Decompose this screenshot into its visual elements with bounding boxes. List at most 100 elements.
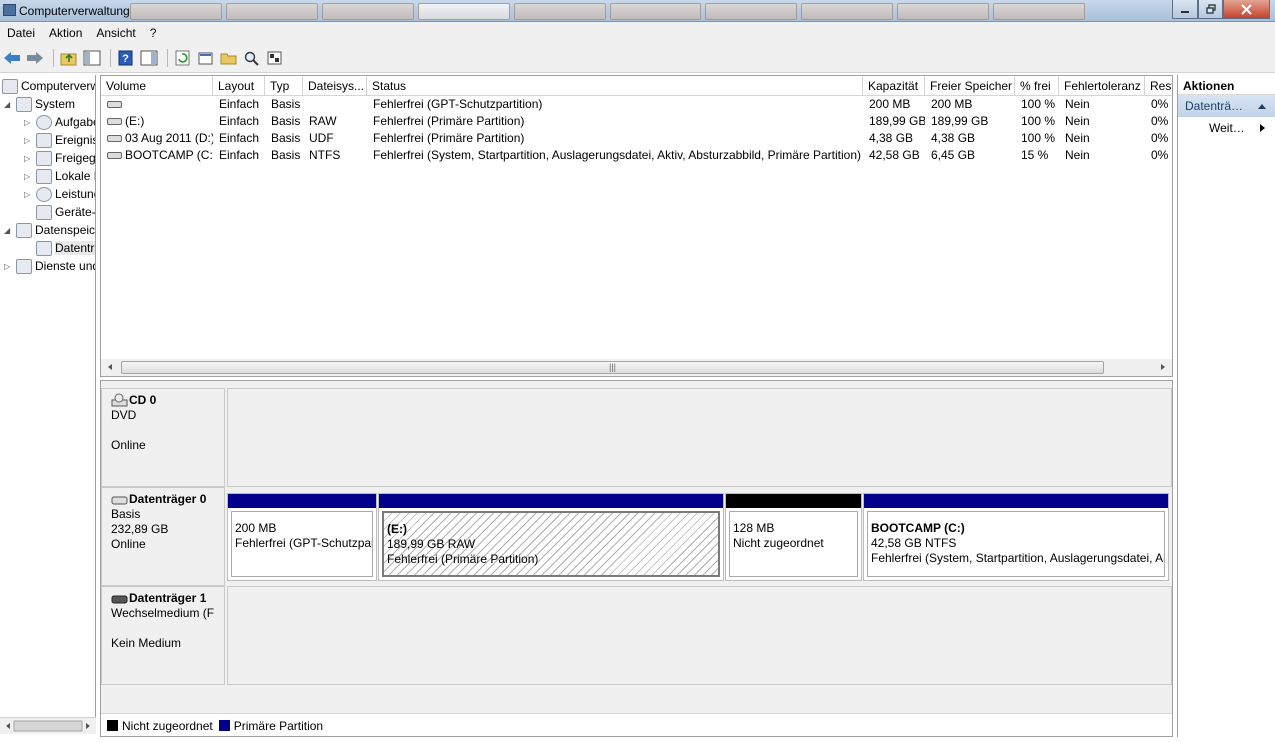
column-header-rest[interactable]: Rest bbox=[1145, 76, 1172, 96]
expand-arrow-icon[interactable]: ▷ bbox=[24, 118, 33, 127]
partition-bootcamp[interactable]: BOOTCAMP (C:) 42,58 GB NTFS Fehlerfrei (… bbox=[863, 493, 1169, 581]
tree-item-task-scheduler[interactable]: ▷ Aufgabenplanung bbox=[24, 113, 95, 131]
disk-label-cd0[interactable]: CD 0 DVD Online bbox=[101, 388, 225, 487]
column-header-status[interactable]: Status bbox=[367, 76, 863, 96]
cell-typ: Basis bbox=[271, 148, 301, 162]
toolbar-separator bbox=[167, 48, 168, 67]
forward-button[interactable] bbox=[25, 48, 45, 68]
table-row[interactable]: Einfach Basis Fehlerfrei (GPT-Schutzpart… bbox=[101, 96, 1172, 113]
scroll-thumb[interactable]: ||| bbox=[121, 361, 1104, 374]
menu-bar: Datei Aktion Ansicht ? bbox=[0, 22, 1275, 43]
tree-horizontal-scrollbar[interactable] bbox=[0, 717, 96, 734]
disk-type: DVD bbox=[111, 408, 137, 422]
column-header-dateisystem[interactable]: Dateisys... bbox=[303, 76, 367, 96]
column-header-layout[interactable]: Layout bbox=[213, 76, 265, 96]
cell-typ: Basis bbox=[271, 114, 301, 128]
minimize-button[interactable] bbox=[1172, 0, 1198, 19]
tree-item-computer-management[interactable]: Computerverwaltung bbox=[2, 77, 95, 95]
disk-status: Online bbox=[111, 537, 146, 551]
expand-arrow-icon[interactable]: ▷ bbox=[24, 136, 33, 145]
background-tab[interactable] bbox=[130, 3, 222, 20]
menu-aktion[interactable]: Aktion bbox=[42, 26, 89, 40]
refresh-button[interactable] bbox=[173, 48, 193, 68]
menu-ansicht[interactable]: Ansicht bbox=[89, 26, 142, 40]
menu-help[interactable]: ? bbox=[143, 26, 164, 40]
background-tab[interactable] bbox=[705, 3, 798, 20]
tree-item-local-users[interactable]: ▷ Lokale Benutzer und Gruppen bbox=[24, 167, 95, 185]
background-tab[interactable] bbox=[513, 3, 606, 20]
cell-kapazitaet: 200 MB bbox=[869, 97, 911, 111]
table-row[interactable]: (E:) Einfach Basis RAW Fehlerfrei (Primä… bbox=[101, 113, 1172, 130]
properties-button[interactable] bbox=[196, 48, 216, 68]
table-row[interactable]: 03 Aug 2011 (D:) Einfach Basis UDF Fehle… bbox=[101, 130, 1172, 147]
disk1-media-area[interactable] bbox=[227, 586, 1172, 685]
expand-arrow-icon[interactable]: ▷ bbox=[24, 190, 33, 199]
collapse-arrow-icon[interactable]: ◢ bbox=[4, 226, 13, 235]
scroll-left-icon[interactable] bbox=[103, 359, 117, 375]
disk-name: CD 0 bbox=[129, 393, 157, 407]
collapse-up-icon[interactable] bbox=[1257, 102, 1267, 110]
open-button[interactable] bbox=[219, 48, 239, 68]
collapse-arrow-icon[interactable]: ◢ bbox=[4, 100, 13, 109]
menu-datei[interactable]: Datei bbox=[0, 26, 42, 40]
expand-arrow-icon[interactable]: ▷ bbox=[24, 172, 33, 181]
tree-item-performance[interactable]: ▷ Leistung bbox=[24, 185, 95, 203]
back-button[interactable] bbox=[2, 48, 22, 68]
actions-section-disk-management[interactable]: Datenträgerverwaltung bbox=[1178, 95, 1275, 117]
column-header-volume[interactable]: Volume bbox=[101, 76, 213, 96]
background-tab[interactable] bbox=[801, 3, 894, 20]
partition-unallocated[interactable]: 128 MB Nicht zugeordnet bbox=[725, 493, 862, 581]
partition-status: Fehlerfrei (Primäre Partition) bbox=[387, 552, 539, 566]
table-row[interactable]: BOOTCAMP (C:) Einfach Basis NTFS Fehlerf… bbox=[101, 147, 1172, 164]
column-header-kapazitaet[interactable]: Kapazität bbox=[863, 76, 925, 96]
tree-item-system[interactable]: ◢ System bbox=[4, 95, 75, 113]
partition-efi[interactable]: 200 MB Fehlerfrei (GPT-Schutzpartition) bbox=[227, 493, 377, 581]
tree-item-shared-folders[interactable]: ▷ Freigegebene Ordner bbox=[24, 149, 95, 167]
column-header-freier-speicher[interactable]: Freier Speicher bbox=[925, 76, 1015, 96]
background-tab[interactable] bbox=[417, 3, 510, 20]
volume-table-header: Volume Layout Typ Dateisys... Status Kap… bbox=[101, 76, 1172, 96]
expand-arrow-icon[interactable]: ▷ bbox=[4, 262, 13, 271]
tree-item-device-manager[interactable]: Geräte-Manager bbox=[36, 203, 95, 221]
close-button[interactable] bbox=[1223, 0, 1270, 19]
device-manager-icon bbox=[36, 204, 52, 220]
show-action-pane-button[interactable] bbox=[139, 48, 159, 68]
arrow-right-icon bbox=[27, 51, 43, 64]
background-tab[interactable] bbox=[225, 3, 318, 20]
show-console-tree-button[interactable] bbox=[82, 48, 102, 68]
disk-settings-icon bbox=[267, 51, 282, 64]
partition-bar bbox=[228, 494, 376, 508]
users-icon bbox=[36, 168, 52, 184]
volume-horizontal-scrollbar[interactable]: ||| bbox=[101, 359, 1172, 376]
shared-folder-icon bbox=[36, 150, 52, 166]
background-tab[interactable] bbox=[897, 3, 990, 20]
expand-arrow-icon[interactable]: ▷ bbox=[24, 154, 33, 163]
tree-scroll-arrows bbox=[6, 720, 90, 732]
background-tab[interactable] bbox=[609, 3, 702, 20]
actions-more-item[interactable]: Weitere Aktionen bbox=[1178, 117, 1275, 139]
scroll-right-icon[interactable] bbox=[1156, 359, 1170, 375]
cell-freier-speicher: 200 MB bbox=[931, 97, 973, 111]
up-folder-button[interactable] bbox=[59, 48, 79, 68]
tree-item-event-viewer[interactable]: ▷ Ereignisanzeige bbox=[24, 131, 95, 149]
disk-label-disk0[interactable]: Datenträger 0 Basis 232,89 GB Online bbox=[101, 487, 225, 586]
tree-item-storage[interactable]: ◢ Datenspeicher bbox=[4, 221, 95, 239]
restore-button[interactable] bbox=[1198, 0, 1223, 19]
column-header-prozent-frei[interactable]: % frei bbox=[1015, 76, 1059, 96]
help-button[interactable]: ? bbox=[116, 48, 136, 68]
background-tab[interactable] bbox=[321, 3, 414, 20]
column-header-fehlertoleranz[interactable]: Fehlertoleranz bbox=[1059, 76, 1145, 96]
search-button[interactable] bbox=[242, 48, 262, 68]
partition-e[interactable]: (E:) 189,99 GB RAW Fehlerfrei (Primäre P… bbox=[378, 493, 724, 581]
cd0-media-area[interactable] bbox=[227, 388, 1172, 487]
column-header-typ[interactable]: Typ bbox=[265, 76, 303, 96]
disk-settings-button[interactable] bbox=[265, 48, 285, 68]
tree-item-services[interactable]: ▷ Dienste und Anwendungen bbox=[4, 257, 95, 275]
tree-item-disk-management[interactable]: Datenträgerverwaltung bbox=[36, 239, 95, 257]
storage-icon bbox=[16, 222, 32, 238]
cd-drive-icon bbox=[111, 393, 128, 407]
disk-label-disk1[interactable]: Datenträger 1 Wechselmedium (F:) Kein Me… bbox=[101, 586, 225, 685]
refresh-icon bbox=[175, 50, 190, 65]
toolbar-separator bbox=[110, 48, 111, 67]
background-tab[interactable] bbox=[993, 3, 1086, 20]
